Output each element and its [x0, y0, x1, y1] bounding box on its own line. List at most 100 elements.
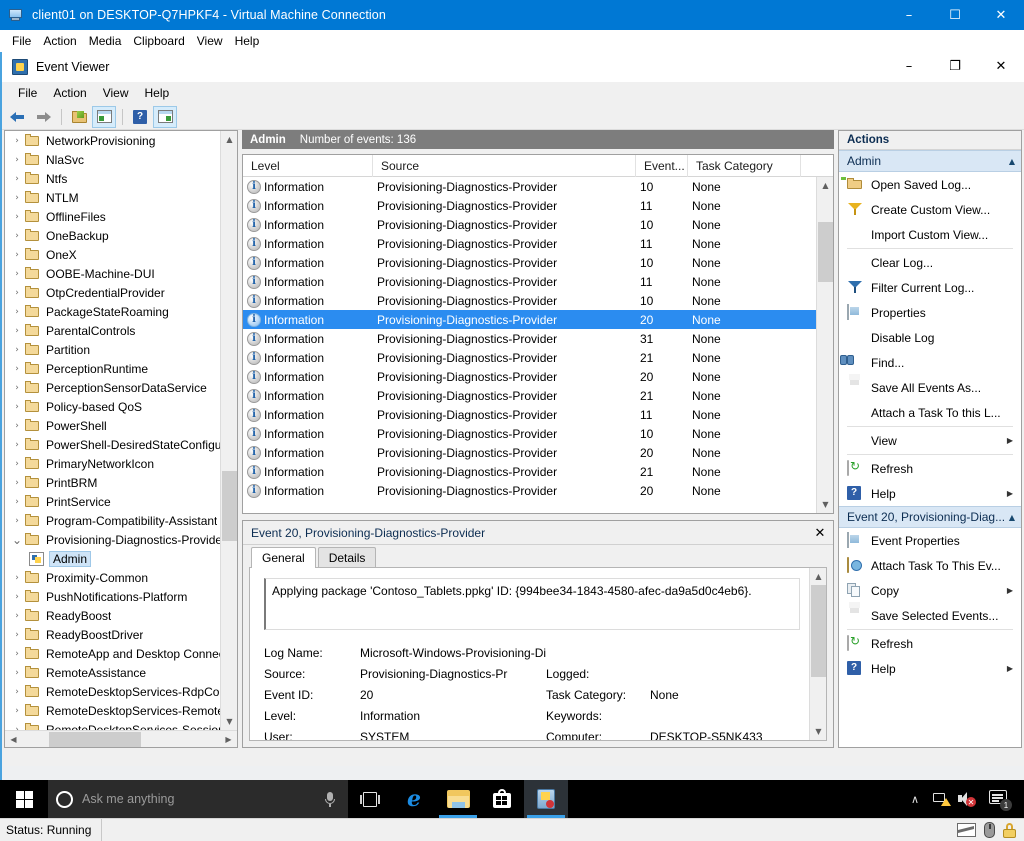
vm-menu-file[interactable]: File	[6, 32, 37, 50]
tree-node[interactable]: Admin	[5, 549, 220, 568]
tree-node[interactable]: › PrimaryNetworkIcon	[5, 454, 220, 473]
table-row[interactable]: i Information Provisioning-Diagnostics-Pro…	[243, 291, 816, 310]
detail-vertical-scrollbar[interactable]: ▲ ▼	[809, 568, 826, 740]
actions-group-header[interactable]: Event 20, Provisioning-Diag... ▲	[839, 506, 1021, 528]
tree-node[interactable]: › RemoteDesktopServices-SessionS	[5, 720, 220, 730]
collapse-icon[interactable]: ▲	[1009, 513, 1015, 522]
chevron-right-icon[interactable]: ›	[9, 722, 25, 731]
tree-node[interactable]: › RemoteDesktopServices-RdpCore	[5, 682, 220, 701]
tree-node[interactable]: › OOBE-Machine-DUI	[5, 264, 220, 283]
table-row[interactable]: i Information Provisioning-Diagnostics-Pro…	[243, 329, 816, 348]
table-row[interactable]: i Information Provisioning-Diagnostics-Pro…	[243, 253, 816, 272]
vm-maximize-button[interactable]: ☐	[932, 0, 978, 30]
tree-scroll-up-button[interactable]: ▲	[221, 131, 237, 148]
chevron-right-icon[interactable]: ›	[9, 399, 25, 415]
table-row[interactable]: i Information Provisioning-Diagnostics-Pro…	[243, 348, 816, 367]
action-item[interactable]: Open Saved Log...	[839, 172, 1021, 197]
action-item[interactable]: ? Help ▶	[839, 481, 1021, 506]
column-header-source[interactable]: Source	[373, 155, 636, 177]
detail-close-button[interactable]: ✕	[807, 521, 833, 545]
chevron-right-icon[interactable]: ›	[9, 627, 25, 643]
chevron-right-icon[interactable]: ›	[9, 475, 25, 491]
action-item[interactable]: Create Custom View...	[839, 197, 1021, 222]
taskbar-event-viewer[interactable]	[524, 780, 568, 818]
chevron-right-icon[interactable]: ›	[9, 247, 25, 263]
table-row[interactable]: i Information Provisioning-Diagnostics-Pro…	[243, 443, 816, 462]
action-item[interactable]: Filter Current Log...	[839, 275, 1021, 300]
tree-node[interactable]: › Proximity-Common	[5, 568, 220, 587]
column-header-task-category[interactable]: Task Category	[688, 155, 801, 177]
list-scroll-down-button[interactable]: ▼	[817, 496, 833, 513]
table-row[interactable]: i Information Provisioning-Diagnostics-Pro…	[243, 386, 816, 405]
tree-node[interactable]: › ParentalControls	[5, 321, 220, 340]
taskbar-file-explorer[interactable]	[436, 780, 480, 818]
tray-expand-button[interactable]: ∧	[902, 780, 928, 818]
list-scroll-thumb[interactable]	[818, 222, 833, 282]
chevron-right-icon[interactable]: ›	[9, 437, 25, 453]
tree-hscroll-thumb[interactable]	[49, 732, 141, 747]
chevron-right-icon[interactable]: ›	[9, 285, 25, 301]
tree-vertical-scrollbar[interactable]: ▲ ▼	[220, 131, 237, 730]
table-row[interactable]: i Information Provisioning-Diagnostics-Pro…	[243, 234, 816, 253]
tree-node[interactable]: › OtpCredentialProvider	[5, 283, 220, 302]
table-row[interactable]: i Information Provisioning-Diagnostics-Pro…	[243, 215, 816, 234]
chevron-right-icon[interactable]: ›	[9, 418, 25, 434]
detail-scroll-up-button[interactable]: ▲	[810, 568, 826, 585]
taskbar-search-box[interactable]: Ask me anything	[48, 780, 348, 818]
show-hide-action-pane-button[interactable]	[153, 105, 177, 128]
tree-node[interactable]: › NetworkProvisioning	[5, 131, 220, 150]
chevron-right-icon[interactable]: ›	[9, 703, 25, 719]
ev-menu-help[interactable]: Help	[137, 84, 178, 102]
tree-node[interactable]: › ReadyBoostDriver	[5, 625, 220, 644]
table-row[interactable]: i Information Provisioning-Diagnostics-Pro…	[243, 405, 816, 424]
tree-node[interactable]: › PackageStateRoaming	[5, 302, 220, 321]
chevron-right-icon[interactable]: ›	[9, 152, 25, 168]
tree-node[interactable]: › PowerShell-DesiredStateConfigura	[5, 435, 220, 454]
tree-node[interactable]: › RemoteDesktopServices-RemoteF	[5, 701, 220, 720]
help-button[interactable]: ?	[128, 106, 152, 128]
table-row[interactable]: i Information Provisioning-Diagnostics-Pro…	[243, 196, 816, 215]
ev-menu-file[interactable]: File	[10, 84, 45, 102]
tray-volume-button[interactable]: ✕	[954, 780, 980, 818]
table-row[interactable]: i Information Provisioning-Diagnostics-Pro…	[243, 310, 816, 329]
tree-node[interactable]: ⌄ Provisioning-Diagnostics-Provide	[5, 530, 220, 549]
chevron-right-icon[interactable]: ›	[9, 494, 25, 510]
table-row[interactable]: i Information Provisioning-Diagnostics-Pro…	[243, 177, 816, 196]
ev-menu-action[interactable]: Action	[45, 84, 94, 102]
event-list-vertical-scrollbar[interactable]: ▲ ▼	[816, 177, 833, 513]
action-item[interactable]: Save All Events As...	[839, 375, 1021, 400]
action-item[interactable]: Attach Task To This Ev...	[839, 553, 1021, 578]
chevron-right-icon[interactable]: ›	[9, 266, 25, 282]
action-item[interactable]: Refresh	[839, 456, 1021, 481]
chevron-right-icon[interactable]: ›	[9, 228, 25, 244]
column-header-level[interactable]: Level	[243, 155, 373, 177]
chevron-right-icon[interactable]: ›	[9, 323, 25, 339]
tree-node[interactable]: › PerceptionSensorDataService	[5, 378, 220, 397]
tree-node[interactable]: › NlaSvc	[5, 150, 220, 169]
taskbar-microsoft-edge[interactable]: e	[392, 780, 436, 818]
column-header-event-id[interactable]: Event...	[636, 155, 688, 177]
tree-node[interactable]: › PrintService	[5, 492, 220, 511]
tree-node[interactable]: › RemoteAssistance	[5, 663, 220, 682]
chevron-down-icon[interactable]: ⌄	[9, 532, 25, 548]
ev-menu-view[interactable]: View	[95, 84, 137, 102]
vm-menu-action[interactable]: Action	[37, 32, 82, 50]
chevron-right-icon[interactable]: ›	[9, 589, 25, 605]
tree-node[interactable]: › OfflineFiles	[5, 207, 220, 226]
action-item[interactable]: Refresh	[839, 631, 1021, 656]
tree-scroll-thumb[interactable]	[222, 471, 237, 541]
taskbar-microsoft-store[interactable]	[480, 780, 524, 818]
tree-node[interactable]: › PushNotifications-Platform	[5, 587, 220, 606]
ev-restore-button[interactable]: ❐	[932, 52, 978, 82]
chevron-right-icon[interactable]: ›	[9, 304, 25, 320]
actions-group-header[interactable]: Admin ▲	[839, 150, 1021, 172]
collapse-icon[interactable]: ▲	[1009, 157, 1015, 166]
action-item[interactable]: Clear Log...	[839, 250, 1021, 275]
chevron-right-icon[interactable]: ›	[9, 133, 25, 149]
tray-action-center-button[interactable]: 1	[980, 780, 1020, 818]
tree-node[interactable]: › Program-Compatibility-Assistant	[5, 511, 220, 530]
show-hide-console-tree-button[interactable]	[92, 105, 116, 128]
chevron-right-icon[interactable]: ›	[9, 456, 25, 472]
tab-details[interactable]: Details	[317, 547, 377, 568]
chevron-right-icon[interactable]: ›	[9, 608, 25, 624]
